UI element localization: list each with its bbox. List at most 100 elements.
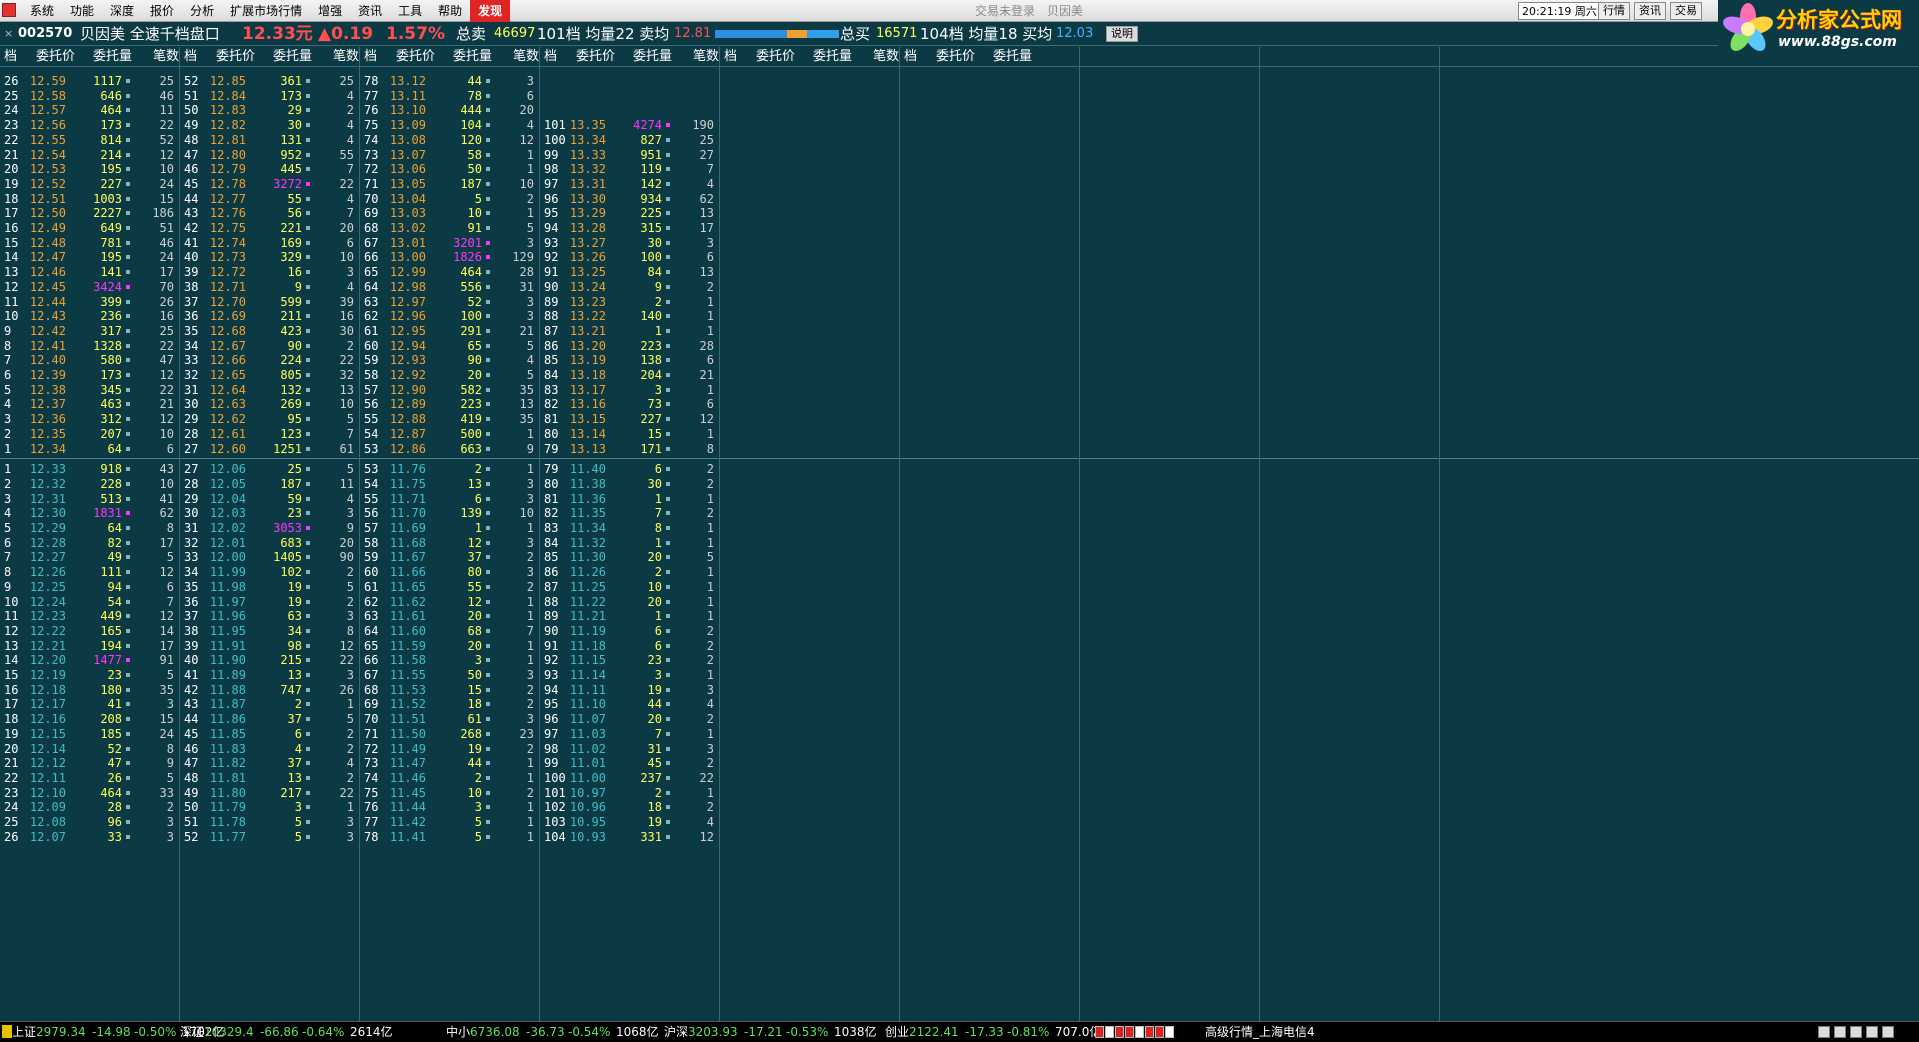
volume-marker-icon[interactable] [486, 526, 490, 530]
price-cell[interactable]: 10.93 [560, 828, 606, 846]
index-val[interactable]: 2122.41 [909, 1022, 959, 1042]
market-breadth-indicator[interactable] [1095, 1026, 1174, 1038]
volume-marker-icon[interactable] [666, 328, 670, 333]
volume-marker-icon[interactable] [666, 373, 670, 377]
column-header[interactable]: 笔数 [333, 47, 359, 67]
volume-marker-icon[interactable] [666, 643, 670, 648]
level-index[interactable]: 79 [544, 440, 558, 458]
volume-cell[interactable]: 171 [624, 440, 662, 458]
volume-marker-icon[interactable] [306, 540, 310, 545]
volume-marker-icon[interactable] [486, 402, 490, 407]
price-cell[interactable]: 13.13 [560, 440, 606, 458]
volume-marker-icon[interactable] [666, 775, 670, 780]
volume-cell[interactable]: 5 [264, 828, 302, 846]
volume-marker-icon[interactable] [126, 358, 130, 363]
column-header[interactable]: 委托价 [576, 47, 615, 67]
volume-marker-icon[interactable] [666, 123, 670, 128]
column-header[interactable]: 委托价 [756, 47, 795, 67]
volume-marker-icon[interactable] [486, 687, 490, 692]
volume-marker-icon[interactable] [666, 152, 670, 157]
volume-marker-icon[interactable] [126, 402, 130, 407]
index-chg[interactable]: -17.21 [744, 1022, 783, 1042]
volume-marker-icon[interactable] [666, 167, 670, 172]
market-flag-icon[interactable] [2, 1025, 12, 1038]
volume-marker-icon[interactable] [666, 834, 670, 839]
volume-marker-icon[interactable] [666, 343, 670, 348]
volume-marker-icon[interactable] [306, 526, 310, 530]
volume-marker-icon[interactable] [306, 343, 310, 348]
volume-marker-icon[interactable] [486, 108, 490, 113]
volume-marker-icon[interactable] [486, 270, 490, 275]
app-icon[interactable] [2, 3, 16, 17]
tray-app-icon[interactable] [1834, 1026, 1846, 1038]
column-header[interactable]: 档 [724, 47, 737, 67]
volume-marker-icon[interactable] [306, 717, 310, 722]
column-divider[interactable] [359, 47, 360, 1021]
ask-row[interactable]: 79 13.13 171 8 [540, 442, 718, 456]
volume-marker-icon[interactable] [666, 746, 670, 751]
volume-marker-icon[interactable] [126, 496, 130, 501]
volume-marker-icon[interactable] [126, 167, 130, 172]
level-index[interactable]: 26 [4, 828, 18, 846]
volume-marker-icon[interactable] [486, 599, 490, 604]
menu-item[interactable]: 报价 [142, 0, 182, 22]
volume-marker-icon[interactable] [306, 270, 310, 275]
column-divider[interactable] [179, 47, 180, 1021]
volume-marker-icon[interactable] [666, 790, 670, 795]
news-button[interactable]: 资讯 [1634, 2, 1666, 20]
column-divider[interactable] [719, 47, 720, 1021]
volume-marker-icon[interactable] [306, 240, 310, 245]
volume-marker-icon[interactable] [666, 702, 670, 707]
volume-marker-icon[interactable] [486, 93, 490, 98]
volume-marker-icon[interactable] [666, 226, 670, 230]
index-name[interactable]: 上证 [12, 1022, 36, 1042]
price-cell[interactable]: 12.86 [380, 440, 426, 458]
order-count-cell[interactable]: 8 [676, 440, 714, 458]
volume-marker-icon[interactable] [486, 511, 490, 516]
volume-marker-icon[interactable] [666, 805, 670, 810]
volume-marker-icon[interactable] [126, 761, 130, 766]
volume-marker-icon[interactable] [666, 481, 670, 486]
volume-marker-icon[interactable] [306, 599, 310, 604]
volume-marker-icon[interactable] [486, 431, 490, 436]
volume-marker-icon[interactable] [126, 687, 130, 692]
volume-marker-icon[interactable] [486, 343, 490, 348]
volume-marker-icon[interactable] [486, 211, 490, 216]
index-pct[interactable]: -0.64% [302, 1022, 344, 1042]
volume-marker-icon[interactable] [306, 614, 310, 619]
volume-marker-icon[interactable] [126, 511, 130, 516]
volume-marker-icon[interactable] [126, 255, 130, 260]
volume-marker-icon[interactable] [306, 328, 310, 333]
volume-marker-icon[interactable] [666, 570, 670, 575]
menu-item[interactable]: 帮助 [430, 0, 470, 22]
volume-marker-icon[interactable] [306, 687, 310, 692]
volume-marker-icon[interactable] [486, 152, 490, 157]
index-pct[interactable]: -0.54% [568, 1022, 610, 1042]
volume-marker-icon[interactable] [126, 658, 130, 663]
volume-marker-icon[interactable] [126, 328, 130, 333]
volume-marker-icon[interactable] [306, 417, 310, 422]
volume-marker-icon[interactable] [666, 526, 670, 530]
volume-marker-icon[interactable] [126, 614, 130, 619]
volume-marker-icon[interactable] [306, 481, 310, 486]
volume-marker-icon[interactable] [126, 673, 130, 677]
volume-marker-icon[interactable] [486, 446, 490, 451]
volume-marker-icon[interactable] [126, 314, 130, 319]
volume-marker-icon[interactable] [666, 211, 670, 216]
column-header[interactable]: 委托量 [813, 47, 852, 67]
menu-item[interactable]: 发现 [470, 0, 511, 22]
volume-marker-icon[interactable] [126, 417, 130, 422]
menu-item[interactable]: 资讯 [350, 0, 390, 22]
column-header[interactable]: 档 [904, 47, 917, 67]
volume-marker-icon[interactable] [306, 93, 310, 98]
tray-icons[interactable] [1818, 1026, 1894, 1038]
order-count-cell[interactable]: 1 [496, 828, 534, 846]
volume-marker-icon[interactable] [486, 196, 490, 201]
column-header[interactable]: 委托价 [396, 47, 435, 67]
order-count-cell[interactable]: 3 [316, 828, 354, 846]
volume-marker-icon[interactable] [126, 373, 130, 377]
volume-marker-icon[interactable] [126, 746, 130, 751]
volume-marker-icon[interactable] [486, 555, 490, 560]
column-header[interactable]: 委托量 [273, 47, 312, 67]
volume-cell[interactable]: 64 [84, 440, 122, 458]
